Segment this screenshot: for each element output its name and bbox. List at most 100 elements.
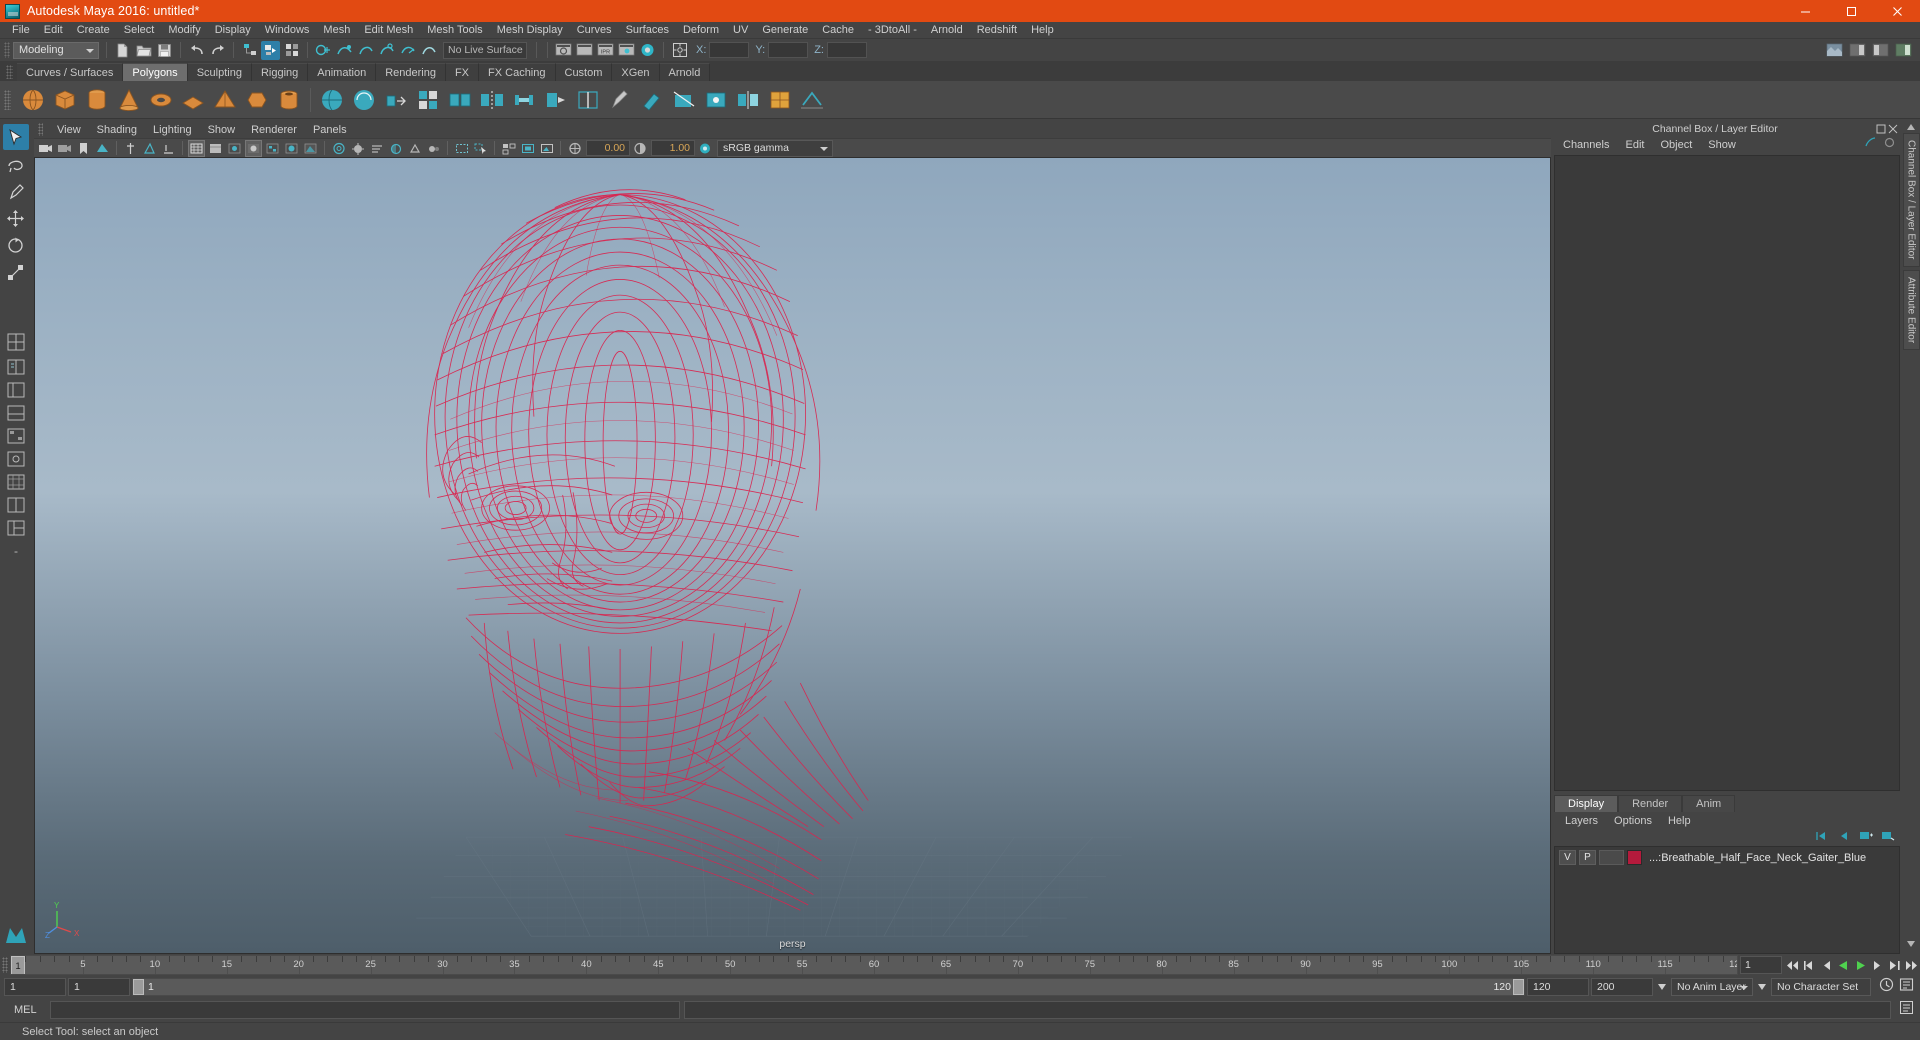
use-default-material-icon[interactable] [283, 140, 300, 157]
toggle-panel-layout-icon[interactable] [670, 41, 689, 60]
step-forward-key-icon[interactable] [1886, 957, 1903, 974]
scroll-up-icon[interactable] [1904, 121, 1918, 133]
tab-display[interactable]: Display [1554, 795, 1619, 812]
play-backwards-icon[interactable] [1835, 957, 1852, 974]
live-surface-field[interactable]: No Live Surface [443, 41, 527, 59]
menu-curves[interactable]: Curves [570, 22, 619, 39]
color-management-icon[interactable] [696, 140, 713, 157]
gamma-value-field[interactable]: 1.00 [651, 140, 695, 156]
shelf-tab-custom[interactable]: Custom [555, 63, 613, 81]
layout-more-icon[interactable]: - [3, 540, 29, 562]
channelbox-manip-icon[interactable] [1883, 136, 1896, 154]
select-objects-icon[interactable] [472, 140, 489, 157]
anti-aliasing-icon[interactable] [406, 140, 423, 157]
mirror-geometry-icon[interactable] [733, 85, 763, 115]
bookmark-icon[interactable] [75, 140, 92, 157]
snap-to-point-icon[interactable] [356, 41, 375, 60]
show-hide-modeling-toolkit-icon[interactable] [1825, 41, 1844, 60]
shelf-tab-xgen[interactable]: XGen [612, 63, 660, 81]
maximize-icon[interactable] [1828, 0, 1874, 22]
play-forwards-icon[interactable] [1852, 957, 1869, 974]
polygon-pyramid-icon[interactable] [210, 85, 240, 115]
channelbox-speed-icon[interactable] [1864, 136, 1877, 154]
menu-3dtoall[interactable]: - 3DtoAll - [861, 22, 924, 39]
menu-modify[interactable]: Modify [161, 22, 207, 39]
tab-render[interactable]: Render [1618, 795, 1683, 812]
scale-tool-icon[interactable] [3, 259, 29, 285]
multi-cut-icon[interactable] [669, 85, 699, 115]
separate-icon[interactable] [477, 85, 507, 115]
shelf-tab-sculpting[interactable]: Sculpting [187, 63, 252, 81]
layout-four-view-icon[interactable] [3, 329, 29, 355]
move-layer-down-icon[interactable] [1837, 829, 1851, 847]
menu-generate[interactable]: Generate [755, 22, 815, 39]
layer-list[interactable]: V P ...:Breathable_Half_Face_Neck_Gaiter… [1554, 846, 1900, 954]
new-layer-icon[interactable] [1859, 829, 1873, 847]
channelbox-menu-show[interactable]: Show [1700, 136, 1744, 154]
redo-icon[interactable] [208, 41, 227, 60]
smooth-shade-all-icon[interactable] [207, 140, 224, 157]
shelf-tab-rigging[interactable]: Rigging [251, 63, 309, 81]
depth-of-field-icon[interactable] [425, 140, 442, 157]
channelbox-menu-channels[interactable]: Channels [1555, 136, 1617, 154]
target-weld-icon[interactable] [701, 85, 731, 115]
motion-blur-icon[interactable] [368, 140, 385, 157]
smooth-shade-selected-icon[interactable] [226, 140, 243, 157]
show-hide-attribute-editor-icon[interactable] [1848, 41, 1867, 60]
menu-deform[interactable]: Deform [676, 22, 726, 39]
current-time-indicator[interactable]: 1 [11, 956, 25, 974]
shelf-tab-arnold[interactable]: Arnold [659, 63, 711, 81]
insert-edge-loop-icon[interactable] [573, 85, 603, 115]
layout-render-view-icon[interactable] [3, 448, 29, 470]
select-by-component-type-icon[interactable] [282, 41, 301, 60]
ipr-render-icon[interactable]: IPR [596, 41, 615, 60]
extrude-icon[interactable] [381, 85, 411, 115]
combine-icon[interactable] [445, 85, 475, 115]
statusline-grip[interactable] [4, 42, 10, 58]
range-handle-right[interactable] [1513, 979, 1524, 995]
coord-x-input[interactable] [709, 42, 750, 58]
textured-mode-icon[interactable] [264, 140, 281, 157]
viewport-menu-shading[interactable]: Shading [89, 121, 145, 138]
shelf-tab-animation[interactable]: Animation [308, 63, 377, 81]
xray-mode-icon[interactable] [302, 140, 319, 157]
menu-edit-mesh[interactable]: Edit Mesh [357, 22, 420, 39]
coord-z-input[interactable] [826, 42, 867, 58]
uv-editor-icon[interactable] [765, 85, 795, 115]
select-by-hierarchy-icon[interactable] [240, 41, 259, 60]
color-profile-selector[interactable]: sRGB gamma [717, 139, 833, 157]
layer-menu-help[interactable]: Help [1660, 812, 1699, 829]
resolution-gate-icon[interactable] [538, 140, 555, 157]
layer-color-swatch[interactable] [1627, 850, 1642, 865]
character-set-selector[interactable]: No Character Set [1771, 978, 1871, 996]
polygon-cube-icon[interactable] [50, 85, 80, 115]
time-slider-grip[interactable] [2, 957, 8, 973]
animation-preferences-icon[interactable] [1899, 977, 1914, 997]
minimize-icon[interactable] [1782, 0, 1828, 22]
command-output-field[interactable] [684, 1001, 1891, 1019]
shelf-tab-polygons[interactable]: Polygons [123, 63, 188, 81]
menu-display[interactable]: Display [208, 22, 258, 39]
step-forward-frame-icon[interactable] [1869, 957, 1886, 974]
go-to-start-icon[interactable] [1784, 957, 1801, 974]
layout-persp-graph-icon[interactable] [3, 402, 29, 424]
command-input-field[interactable] [50, 1001, 680, 1019]
vtab-attribute-editor[interactable]: Attribute Editor [1902, 269, 1920, 350]
lasso-tool-icon[interactable] [3, 151, 29, 177]
select-camera-icon[interactable] [37, 140, 54, 157]
smooth-mesh-icon[interactable] [349, 85, 379, 115]
shelf-icon-grip[interactable] [4, 89, 11, 110]
shelf-tab-rendering[interactable]: Rendering [376, 63, 446, 81]
render-settings-icon[interactable] [617, 41, 636, 60]
snap-to-projected-center-icon[interactable] [377, 41, 396, 60]
head-wireframe-model[interactable] [35, 158, 1550, 942]
anim-start-field[interactable]: 1 [4, 978, 66, 996]
auto-keyframe-toggle-icon[interactable] [1879, 977, 1894, 997]
viewport-menu-grip[interactable] [38, 123, 43, 136]
hardware-texturing-icon[interactable] [349, 140, 366, 157]
layer-playback-toggle[interactable]: P [1579, 850, 1596, 865]
menu-edit[interactable]: Edit [37, 22, 70, 39]
viewport-menu-panels[interactable]: Panels [305, 121, 355, 138]
select-by-object-type-icon[interactable] [261, 40, 280, 60]
layout-persp-icon[interactable] [3, 356, 29, 378]
